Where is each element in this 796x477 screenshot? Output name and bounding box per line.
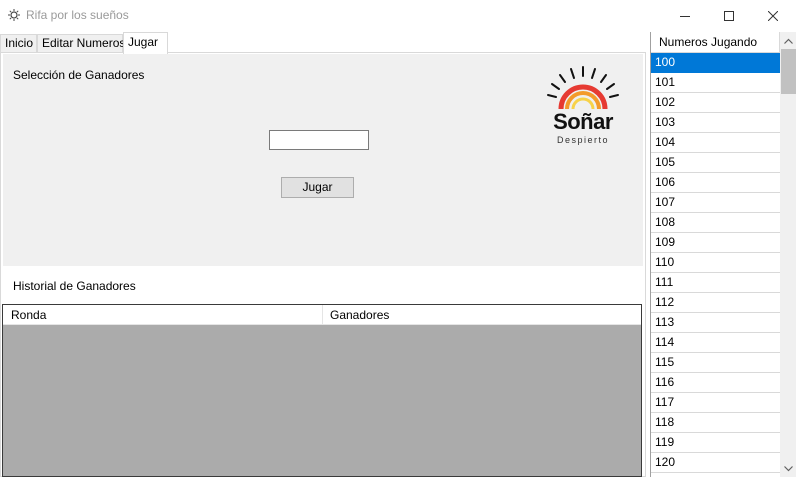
chevron-up-icon (784, 38, 793, 44)
title-bar: Rifa por los sueños (0, 0, 796, 31)
scroll-down-button[interactable] (780, 460, 796, 477)
seleccion-panel: Selección de Ganadores Soñar Despierto J… (3, 54, 643, 266)
historial-label: Historial de Ganadores (13, 279, 136, 293)
close-button[interactable] (750, 0, 796, 31)
list-item[interactable]: 103 (651, 113, 780, 133)
scroll-up-button[interactable] (780, 32, 796, 49)
list-item[interactable]: 101 (651, 73, 780, 93)
list-item[interactable]: 119 (651, 433, 780, 453)
list-item[interactable]: 104 (651, 133, 780, 153)
jugar-button[interactable]: Jugar (281, 177, 354, 198)
window-title: Rifa por los sueños (26, 8, 129, 22)
list-item[interactable]: 115 (651, 353, 780, 373)
column-header-ronda[interactable]: Ronda (3, 305, 323, 325)
column-header-ganadores[interactable]: Ganadores (323, 305, 641, 325)
tab-strip: Inicio Editar Numeros Jugar (0, 31, 646, 54)
list-item[interactable]: 109 (651, 233, 780, 253)
scroll-thumb[interactable] (781, 49, 796, 94)
logo-tagline: Despierto (556, 135, 610, 145)
close-icon (768, 10, 778, 21)
list-item[interactable]: 102 (651, 93, 780, 113)
numeros-rows: 100 101 102 103 104 105 106 107 108 109 110 111 112 1… (651, 53, 780, 473)
logo-brand: Soñar (553, 109, 613, 134)
grid-header: Ronda Ganadores (3, 305, 641, 325)
list-item[interactable]: 107 (651, 193, 780, 213)
sonar-logo: Soñar Despierto (533, 59, 633, 154)
list-item[interactable]: 100 (651, 53, 780, 73)
tab-editar-numeros[interactable]: Editar Numeros (37, 34, 125, 53)
list-item[interactable]: 117 (651, 393, 780, 413)
list-item[interactable]: 118 (651, 413, 780, 433)
chevron-down-icon (784, 465, 793, 471)
list-item[interactable]: 120 (651, 453, 780, 473)
minimize-icon (680, 15, 690, 17)
minimize-button[interactable] (662, 0, 708, 31)
tab-inicio[interactable]: Inicio (0, 34, 37, 53)
tab-page-jugar: Selección de Ganadores Soñar Despierto J… (0, 52, 646, 477)
maximize-button[interactable] (706, 0, 752, 31)
list-item[interactable]: 113 (651, 313, 780, 333)
numeros-header: Numeros Jugando (651, 32, 780, 53)
numeros-list[interactable]: Numeros Jugando 100 101 102 103 104 105 106 107… (650, 32, 796, 477)
list-item[interactable]: 108 (651, 213, 780, 233)
list-item[interactable]: 106 (651, 173, 780, 193)
list-item[interactable]: 114 (651, 333, 780, 353)
vertical-scrollbar[interactable] (780, 32, 796, 477)
list-item[interactable]: 110 (651, 253, 780, 273)
maximize-icon (724, 10, 734, 21)
list-item[interactable]: 105 (651, 153, 780, 173)
app-icon (8, 9, 20, 21)
list-item[interactable]: 116 (651, 373, 780, 393)
seleccion-label: Selección de Ganadores (13, 68, 145, 82)
list-item[interactable]: 111 (651, 273, 780, 293)
numero-input[interactable] (269, 130, 369, 150)
tab-jugar[interactable]: Jugar (123, 32, 168, 54)
list-item[interactable]: 112 (651, 293, 780, 313)
historial-grid[interactable]: Ronda Ganadores (2, 304, 642, 477)
